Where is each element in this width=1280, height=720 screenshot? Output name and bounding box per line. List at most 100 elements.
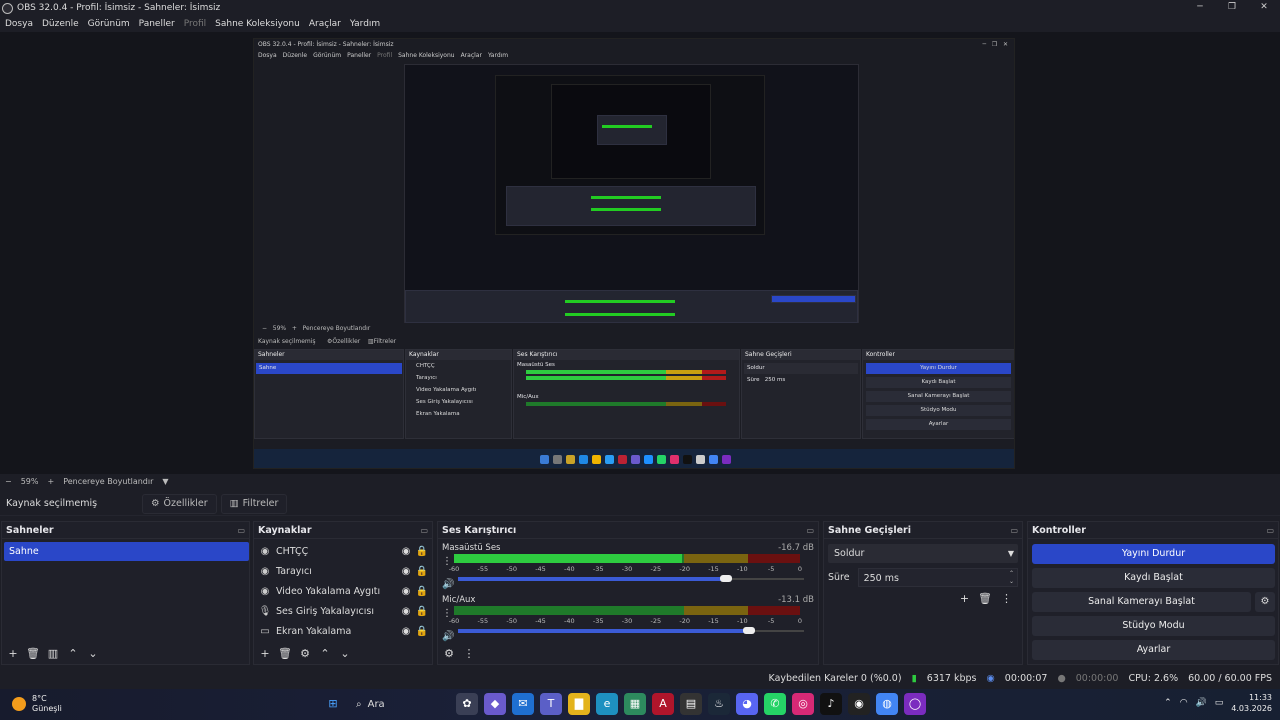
- menu-file[interactable]: Dosya: [5, 19, 33, 29]
- zoom-out-button[interactable]: −: [5, 477, 12, 486]
- menu-scene-collection[interactable]: Sahne Koleksiyonu: [215, 19, 300, 29]
- menu-edit[interactable]: Düzenle: [42, 19, 79, 29]
- transition-menu-icon[interactable]: ⋮: [1001, 592, 1012, 605]
- source-row[interactable]: ◉ Video Yakalama Aygıtı ◉ 🔒: [258, 581, 430, 601]
- teams-icon[interactable]: T: [540, 693, 562, 715]
- menu-tools[interactable]: Araçlar: [309, 19, 341, 29]
- speaker-tray-icon[interactable]: 🔊: [1196, 698, 1207, 708]
- scene-filters-icon[interactable]: ▥: [46, 647, 60, 660]
- discord-icon[interactable]: ◕: [736, 693, 758, 715]
- copilot-icon[interactable]: ◆: [484, 693, 506, 715]
- app-icon[interactable]: ▤: [680, 693, 702, 715]
- lock-icon[interactable]: 🔒: [414, 546, 430, 557]
- source-row[interactable]: 🎙 Ses Giriş Yakalayıcısı ◉ 🔒: [258, 601, 430, 621]
- camera-icon: ◉: [260, 585, 270, 597]
- whatsapp-icon[interactable]: ✆: [764, 693, 786, 715]
- advanced-audio-icon[interactable]: ⚙: [442, 647, 456, 660]
- source-row[interactable]: ◉ CHTÇÇ ◉ 🔒: [258, 541, 430, 561]
- browser-icon: ◉: [260, 565, 270, 577]
- instagram-icon[interactable]: ◎: [792, 693, 814, 715]
- chrome-icon[interactable]: ◍: [876, 693, 898, 715]
- visibility-eye-icon[interactable]: ◉: [398, 626, 414, 637]
- source-row[interactable]: ▭ Ekran Yakalama ◉ 🔒: [258, 621, 430, 641]
- acrobat-icon[interactable]: A: [652, 693, 674, 715]
- duration-input[interactable]: 250 ms ⌃ ⌄: [857, 568, 1018, 587]
- dock-restore-icon[interactable]: ▭: [237, 526, 245, 535]
- remove-transition-icon[interactable]: 🗑: [978, 592, 992, 605]
- store-icon[interactable]: ▦: [624, 693, 646, 715]
- visibility-eye-icon[interactable]: ◉: [398, 546, 414, 557]
- filters-button[interactable]: ▥ Filtreler: [220, 493, 288, 514]
- outlook-icon[interactable]: ✉: [512, 693, 534, 715]
- menu-view[interactable]: Görünüm: [88, 19, 130, 29]
- stop-streaming-button[interactable]: Yayını Durdur: [1032, 544, 1275, 564]
- visibility-eye-icon[interactable]: ◉: [398, 586, 414, 597]
- start-virtual-camera-button[interactable]: Sanal Kamerayı Başlat: [1032, 592, 1251, 612]
- volume-knob[interactable]: [742, 627, 755, 634]
- edge-icon[interactable]: e: [596, 693, 618, 715]
- settings-button[interactable]: Ayarlar: [1032, 640, 1275, 660]
- speaker-icon[interactable]: 🔊: [442, 579, 454, 590]
- dock-restore-icon[interactable]: ▭: [1010, 526, 1018, 535]
- meter-tick-label: -25: [650, 565, 662, 573]
- menu-bar: Dosya Düzenle Görünüm Paneller Profil Sa…: [0, 16, 1280, 32]
- speaker-icon[interactable]: 🔊: [442, 631, 454, 642]
- file-explorer-icon[interactable]: ▇: [568, 693, 590, 715]
- properties-button[interactable]: ⚙ Özellikler: [142, 493, 217, 514]
- obs-taskbar-icon[interactable]: ◉: [848, 693, 870, 715]
- add-source-icon[interactable]: +: [258, 647, 272, 660]
- lock-icon[interactable]: 🔒: [414, 606, 430, 617]
- source-properties-icon[interactable]: ⚙: [298, 647, 312, 660]
- steam-icon[interactable]: ♨: [708, 693, 730, 715]
- captured-toolbar: Kaynak seçilmemiş ⚙Özellikler ▥Filtreler: [258, 338, 397, 345]
- volume-knob[interactable]: [719, 575, 732, 582]
- minimize-icon[interactable]: ─: [1184, 0, 1216, 14]
- studio-mode-button[interactable]: Stüdyo Modu: [1032, 616, 1275, 636]
- close-icon[interactable]: ✕: [1248, 0, 1280, 14]
- lock-icon[interactable]: 🔒: [414, 566, 430, 577]
- volume-slider[interactable]: [454, 626, 804, 636]
- wifi-icon[interactable]: ◠: [1180, 698, 1188, 708]
- virtual-camera-settings-icon[interactable]: ⚙: [1255, 592, 1275, 612]
- weather-widget[interactable]: 8°C Güneşli: [12, 694, 62, 714]
- channel-db: -16.7 dB: [778, 543, 814, 553]
- move-down-icon[interactable]: ⌄: [338, 647, 352, 660]
- tiktok-icon[interactable]: ♪: [820, 693, 842, 715]
- lock-icon[interactable]: 🔒: [414, 626, 430, 637]
- chevron-up-icon[interactable]: ⌃: [1164, 698, 1172, 708]
- volume-slider[interactable]: [454, 574, 804, 584]
- dock-restore-icon[interactable]: ▭: [420, 526, 428, 535]
- transition-select[interactable]: Soldur ▼: [828, 544, 1018, 563]
- visibility-eye-icon[interactable]: ◉: [398, 606, 414, 617]
- menu-docks[interactable]: Paneller: [139, 19, 175, 29]
- spin-arrows-icon[interactable]: ⌃ ⌄: [1009, 570, 1014, 586]
- clock[interactable]: 11:33 4.03.2026: [1231, 692, 1272, 714]
- zoom-in-button[interactable]: +: [47, 477, 54, 486]
- menu-profile[interactable]: Profil: [184, 19, 206, 29]
- menu-help[interactable]: Yardım: [350, 19, 380, 29]
- dock-restore-icon[interactable]: ▭: [806, 526, 814, 535]
- move-up-icon[interactable]: ⌃: [318, 647, 332, 660]
- lock-icon[interactable]: 🔒: [414, 586, 430, 597]
- add-scene-icon[interactable]: +: [6, 647, 20, 660]
- maximize-icon[interactable]: ❐: [1216, 0, 1248, 14]
- remove-scene-icon[interactable]: 🗑: [26, 647, 40, 660]
- move-down-icon[interactable]: ⌄: [86, 647, 100, 660]
- mixer-menu-icon[interactable]: ⋮: [462, 647, 476, 660]
- visibility-eye-icon[interactable]: ◉: [398, 566, 414, 577]
- app-purple-icon[interactable]: ◯: [904, 693, 926, 715]
- dock-restore-icon[interactable]: ▭: [1266, 526, 1274, 535]
- captured-controls: Kontroller Yayını Durdur Kaydı Başlat Sa…: [862, 349, 1014, 439]
- add-transition-icon[interactable]: +: [960, 592, 969, 605]
- windows-start-icon[interactable]: ⊞: [322, 693, 344, 715]
- scene-item[interactable]: Sahne: [4, 542, 249, 561]
- battery-icon[interactable]: ▭: [1215, 698, 1224, 708]
- widgets-icon[interactable]: ✿: [456, 693, 478, 715]
- taskbar-search[interactable]: ⌕ Ara: [350, 693, 450, 715]
- zoom-dropdown-icon[interactable]: ▼: [162, 477, 168, 486]
- remove-source-icon[interactable]: 🗑: [278, 647, 292, 660]
- fit-to-window-label[interactable]: Pencereye Boyutlandır: [63, 477, 153, 486]
- move-up-icon[interactable]: ⌃: [66, 647, 80, 660]
- source-row[interactable]: ◉ Tarayıcı ◉ 🔒: [258, 561, 430, 581]
- start-recording-button[interactable]: Kaydı Başlat: [1032, 568, 1275, 588]
